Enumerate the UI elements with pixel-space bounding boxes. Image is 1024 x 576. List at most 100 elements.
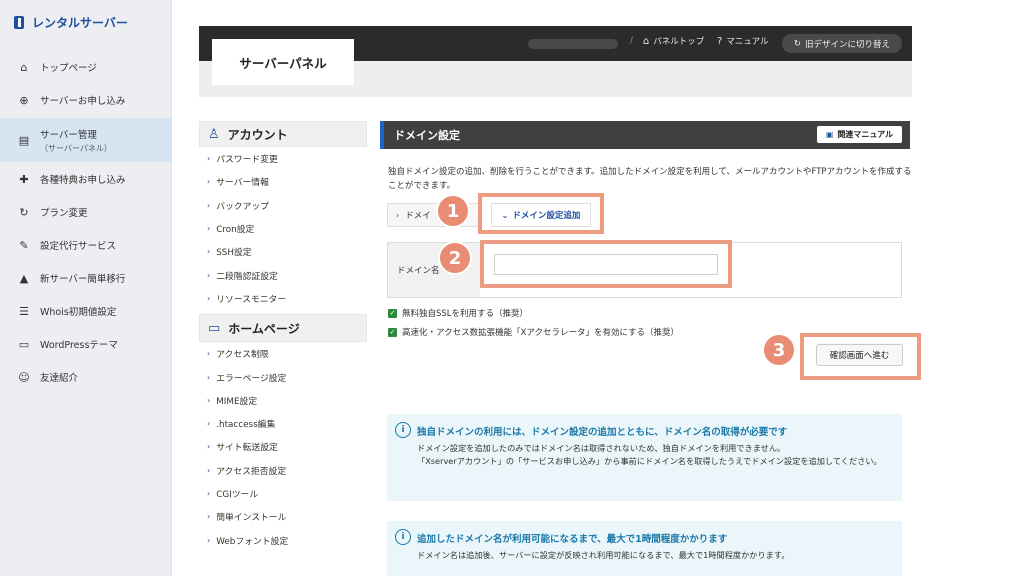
menu-item-password[interactable]: › パスワード変更 (199, 147, 367, 170)
sidebar-item-migration[interactable]: ▲ 新サーバー簡単移行 (0, 267, 171, 289)
menu-item-cron[interactable]: › Cron設定 (199, 217, 367, 240)
menu-item-label: バックアップ (216, 201, 269, 212)
sidebar-item-server-signup[interactable]: ⊕ サーバーお申し込み (0, 89, 171, 111)
menu-section-account: ♙ アカウント (199, 121, 367, 147)
user-icon: ♙ (208, 126, 220, 142)
plus-circle-icon: ⊕ (19, 93, 29, 107)
info-line: ドメイン設定を追加したのみではドメイン名は取得されないため、独自ドメインを利用で… (417, 443, 786, 453)
menu-item-mime[interactable]: › MIME設定 (199, 389, 367, 412)
menu-item-label: CGIツール (216, 490, 259, 500)
menu-item-label: .htaccess編集 (216, 420, 276, 431)
menu-item-label: MIME設定 (216, 396, 258, 407)
step-badge-3: 3 (762, 333, 796, 367)
menu-item-web-font[interactable]: › Webフォント設定 (199, 528, 367, 551)
chevron-down-icon: ⌄ (501, 210, 509, 220)
chevron-right-icon: › (207, 154, 211, 164)
menu-item-label: Cron設定 (216, 225, 255, 236)
manual-link[interactable]: ? マニュアル (717, 35, 769, 48)
menu-item-cgi-tools[interactable]: › CGIツール (199, 482, 367, 505)
chevron-right-icon: › (207, 247, 211, 257)
brand-name: レンタルサーバー (32, 15, 128, 30)
sidebar-item-setup-service[interactable]: ✎ 設定代行サービス (0, 234, 171, 256)
panel-top-link[interactable]: / ⌂ パネルトップ (630, 35, 705, 48)
sidebar-item-label: 設定代行サービス (40, 241, 117, 252)
panel-title: サーバーパネル (212, 39, 354, 85)
menu-section-homepage: ▭ ホームページ (199, 314, 367, 343)
menu-item-label: 二段階認証設定 (216, 271, 278, 282)
chevron-right-icon: › (207, 535, 211, 545)
menu-item-easy-install[interactable]: › 簡単インストール (199, 505, 367, 528)
separator: / (630, 36, 633, 46)
sidebar-item-label: プラン変更 (40, 208, 88, 219)
chevron-right-icon: › (396, 210, 400, 220)
related-manual-button[interactable]: ▣ 関連マニュアル (817, 126, 902, 143)
info-title: 追加したドメイン名が利用可能になるまで、最大で1時間程度かかります (417, 534, 728, 545)
sidebar-item-whois[interactable]: ☰ Whois初期値設定 (0, 300, 171, 322)
chevron-right-icon: › (207, 395, 211, 405)
panel-top-label: パネルトップ (653, 37, 705, 47)
chevron-right-icon: › (207, 512, 211, 522)
checkbox-checked-icon[interactable]: ✓ (388, 327, 397, 337)
chevron-right-icon: › (207, 224, 211, 234)
xaccel-checkbox-row[interactable]: ✓ 高速化・アクセス数拡張機能「Xアクセラレータ」を有効にする（推奨） (388, 326, 679, 338)
menu-item-label: サーバー情報 (216, 178, 269, 189)
info-box-domain-required: i 独自ドメインの利用には、ドメイン設定の追加とともに、ドメイン名の取得が必要で… (387, 414, 902, 501)
section-title-text: ドメイン設定 (394, 129, 460, 142)
menu-item-htaccess[interactable]: › .htaccess編集 (199, 412, 367, 435)
menu-item-access-restriction[interactable]: › アクセス制限 (199, 342, 367, 365)
browser-window-icon: ▭ (208, 320, 221, 336)
sidebar-item-label: サーバー管理 (40, 129, 97, 141)
info-body: ドメイン設定を追加したのみではドメイン名は取得されないため、独自ドメインを利用で… (417, 442, 887, 468)
sidebar-item-top[interactable]: ⌂ トップページ (0, 56, 171, 78)
tab-label: ドメイン設定追加 (512, 211, 581, 221)
house-icon: ⌂ (20, 60, 28, 74)
window-icon: ▭ (18, 337, 30, 351)
confirm-button[interactable]: 確認画面へ進む (816, 344, 903, 366)
sidebar-item-label: トップページ (40, 63, 97, 74)
ssl-checkbox-row[interactable]: ✓ 無料独自SSLを利用する（推奨） (388, 307, 528, 319)
sidebar-item-label: サーバーお申し込み (40, 96, 126, 107)
ssl-checkbox-label: 無料独自SSLを利用する（推奨） (402, 309, 529, 319)
menu-item-ssh[interactable]: › SSH設定 (199, 240, 367, 263)
chevron-right-icon: › (207, 372, 211, 382)
menu-item-server-info[interactable]: › サーバー情報 (199, 170, 367, 193)
menu-item-label: アクセス制限 (216, 350, 269, 361)
domain-input[interactable] (494, 254, 718, 275)
menu-item-resource-monitor[interactable]: › リソースモニター (199, 287, 367, 310)
sidebar-item-label: Whois初期値設定 (40, 307, 117, 318)
sidebar-item-label-group: サーバー管理 （サーバーパネル） (40, 127, 112, 154)
old-design-button[interactable]: ↻ 旧デザインに切り替え (782, 34, 902, 53)
sidebar-item-referral[interactable]: ☺ 友達紹介 (0, 366, 171, 388)
menu-item-label: 簡単インストール (216, 513, 287, 524)
refresh-icon: ↻ (793, 38, 802, 49)
brand[interactable]: レンタルサーバー (0, 0, 171, 44)
sidebar: レンタルサーバー ⌂ トップページ ⊕ サーバーお申し込み ▤ サーバー管理 （… (0, 0, 172, 576)
menu-section-title: アカウント (227, 127, 288, 142)
info-line: ドメイン名は追加後、サーバーに設定が反映され利用可能になるまで、最大で1時間程度… (417, 550, 790, 560)
step-badge-1: 1 (436, 194, 470, 228)
menu-item-2fa[interactable]: › 二段階認証設定 (199, 263, 367, 286)
menu-item-error-page[interactable]: › エラーページ設定 (199, 365, 367, 388)
menu-item-label: パスワード変更 (216, 155, 278, 166)
house-icon: ⌂ (642, 35, 650, 47)
tab-domain-add[interactable]: ⌄ ドメイン設定追加 (491, 203, 591, 227)
menu-item-label: エラーページ設定 (216, 373, 287, 384)
manual-label: マニュアル (726, 37, 769, 47)
sidebar-item-server-management[interactable]: ▤ サーバー管理 （サーバーパネル） (0, 118, 171, 162)
chevron-right-icon: › (207, 270, 211, 280)
menu-item-backup[interactable]: › バックアップ (199, 194, 367, 217)
menu-item-site-forward[interactable]: › サイト転送設定 (199, 435, 367, 458)
menu-item-access-deny[interactable]: › アクセス拒否設定 (199, 459, 367, 482)
sidebar-item-benefits[interactable]: ✚ 各種特典お申し込み (0, 168, 171, 190)
xaccel-checkbox-label: 高速化・アクセス数拡張機能「Xアクセラレータ」を有効にする（推奨） (402, 328, 680, 338)
account-name-blurred (528, 39, 618, 49)
chevron-right-icon: › (207, 442, 211, 452)
sidebar-item-wordpress-theme[interactable]: ▭ WordPressテーマ (0, 333, 171, 355)
wrench-icon: ✎ (19, 238, 29, 252)
sidebar-item-plan-change[interactable]: ↻ プラン変更 (0, 201, 171, 223)
sidebar-item-label: 各種特典お申し込み (40, 175, 126, 186)
help-icon: ? (717, 35, 723, 47)
checkbox-checked-icon[interactable]: ✓ (388, 308, 397, 318)
chevron-right-icon: › (207, 419, 211, 429)
menu-item-label: アクセス拒否設定 (216, 466, 287, 477)
